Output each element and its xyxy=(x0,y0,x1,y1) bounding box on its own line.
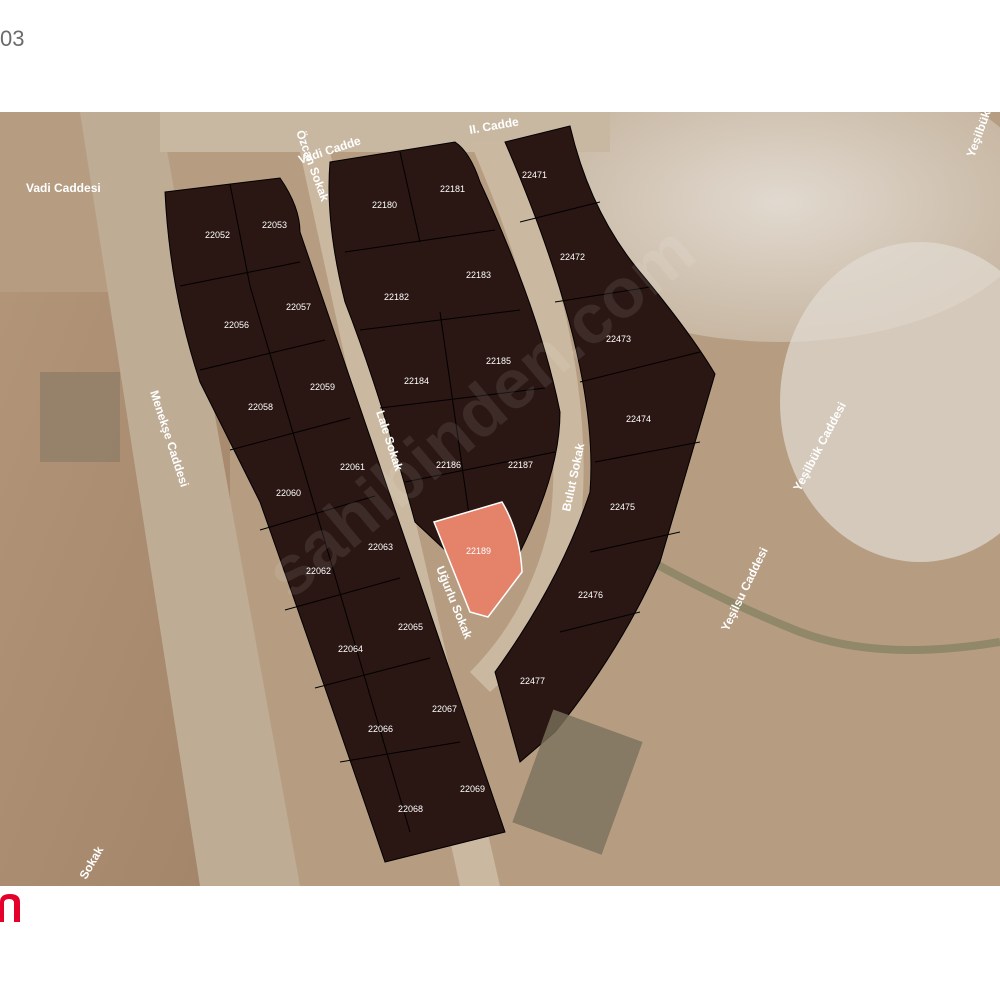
parcel-label: 22067 xyxy=(432,704,457,714)
parcel-label: 22475 xyxy=(610,502,635,512)
parcel-label: 22066 xyxy=(368,724,393,734)
parcel-label: 22181 xyxy=(440,184,465,194)
parcel-label: 22068 xyxy=(398,804,423,814)
parcel-map[interactable]: 22052 22053 22056 22057 22058 22059 2206… xyxy=(0,112,1000,886)
parcel-label: 22062 xyxy=(306,566,331,576)
parcel-label: 22184 xyxy=(404,376,429,386)
parcel-label: 22059 xyxy=(310,382,335,392)
street-label-vadi-caddesi: Vadi Caddesi xyxy=(26,181,101,195)
parcel-label: 22476 xyxy=(578,590,603,600)
parcel-label: 22477 xyxy=(520,676,545,686)
parcel-label: 22185 xyxy=(486,356,511,366)
left-yard xyxy=(40,372,120,462)
parcel-label: 22473 xyxy=(606,334,631,344)
parcel-highlight-label: 22189 xyxy=(466,546,491,556)
parcel-label: 22472 xyxy=(560,252,585,262)
parcel-label: 22069 xyxy=(460,784,485,794)
parcel-label: 22187 xyxy=(508,460,533,470)
parcel-label: 22064 xyxy=(338,644,363,654)
parcel-label: 22058 xyxy=(248,402,273,412)
parcel-label: 22053 xyxy=(262,220,287,230)
parcel-label: 22471 xyxy=(522,170,547,180)
footer-area xyxy=(0,886,1000,1000)
parcel-label: 22474 xyxy=(626,414,651,424)
parcel-label: 22052 xyxy=(205,230,230,240)
parcel-label: 22065 xyxy=(398,622,423,632)
parcel-label: 22063 xyxy=(368,542,393,552)
parcel-label: 22180 xyxy=(372,200,397,210)
brand-logo-fragment-icon xyxy=(0,894,20,922)
map-view[interactable]: 22052 22053 22056 22057 22058 22059 2206… xyxy=(0,112,1000,886)
parcel-label: 22183 xyxy=(466,270,491,280)
corner-page-number: 03 xyxy=(0,26,25,51)
parcel-label: 22056 xyxy=(224,320,249,330)
parcel-label: 22061 xyxy=(340,462,365,472)
parcel-label: 22060 xyxy=(276,488,301,498)
parcel-label: 22186 xyxy=(436,460,461,470)
parcel-label: 22182 xyxy=(384,292,409,302)
parcel-label: 22057 xyxy=(286,302,311,312)
